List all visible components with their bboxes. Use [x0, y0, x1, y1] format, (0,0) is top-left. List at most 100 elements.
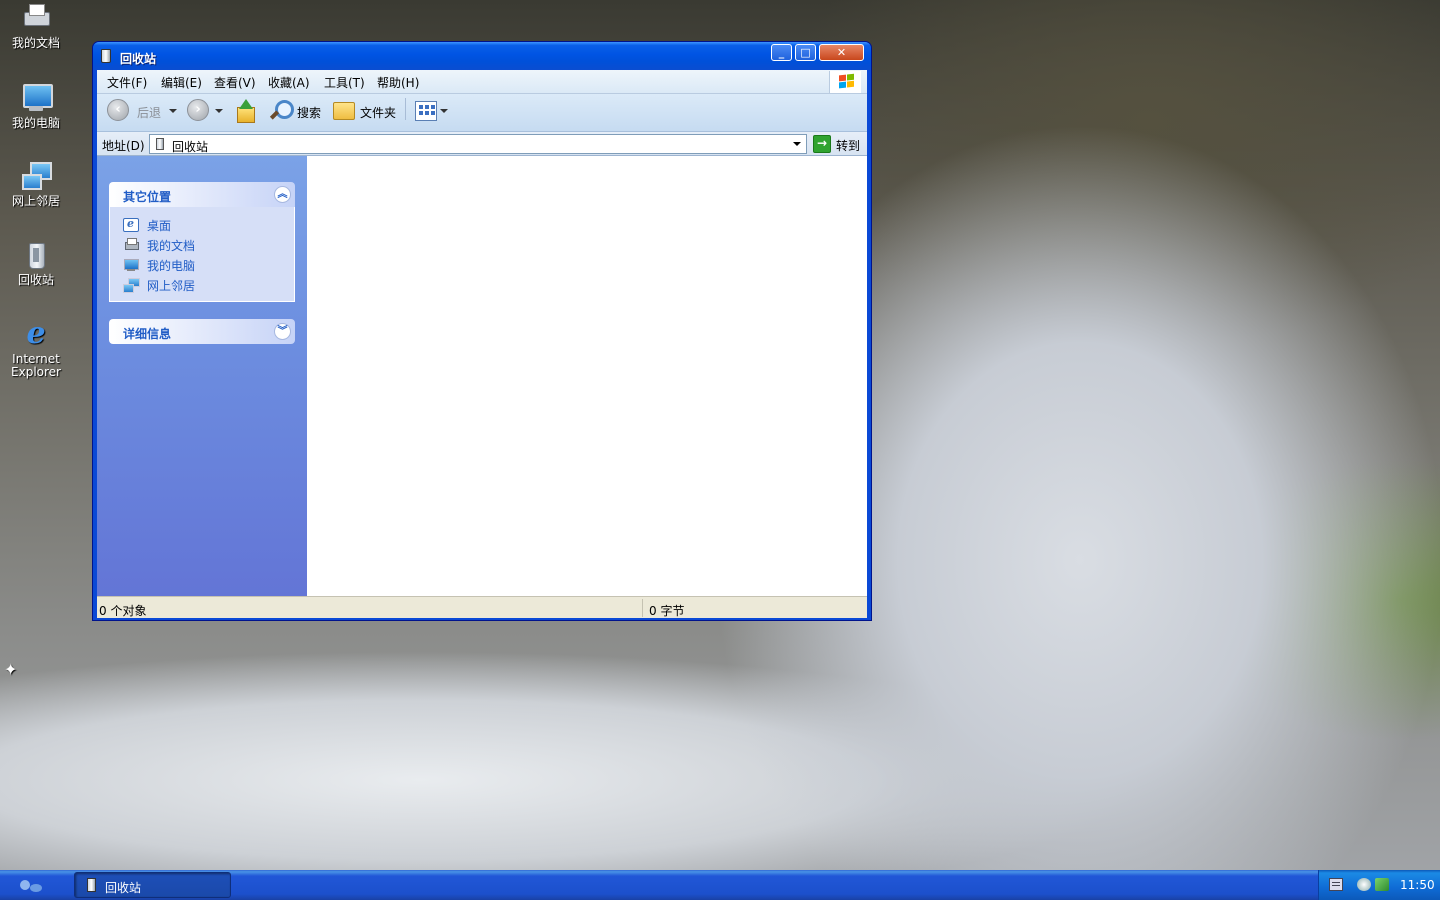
- other-places-title: 其它位置: [123, 190, 172, 204]
- up-folder-button[interactable]: [235, 99, 259, 127]
- desktop-icon-label: 我的文档: [11, 36, 60, 50]
- printer-icon: [20, 2, 52, 34]
- chevron-down-icon: [440, 109, 448, 113]
- details-title: 详细信息: [123, 327, 172, 341]
- network-status-icon[interactable]: [1375, 878, 1389, 891]
- status-size: 0 字节: [649, 604, 685, 618]
- minimize-button[interactable]: _: [771, 44, 792, 61]
- windows-logo-icon: [829, 71, 861, 93]
- views-icon: [415, 101, 437, 121]
- search-button[interactable]: 搜索: [269, 99, 325, 127]
- back-label: 后退: [137, 106, 162, 120]
- link-label: 网上邻居: [147, 279, 196, 293]
- status-object-count: 0 个对象: [99, 604, 147, 618]
- my-computer-icon: [123, 258, 139, 272]
- other-places-header[interactable]: 其它位置 ︽: [109, 182, 295, 207]
- taskbar-button-recycle-bin[interactable]: 回收站: [74, 872, 231, 898]
- window-title: 回收站: [120, 52, 157, 66]
- go-label: 转到: [836, 139, 861, 153]
- search-icon: [269, 100, 294, 122]
- recycle-bin-icon: [101, 49, 111, 63]
- folder-icon: [333, 102, 355, 120]
- address-label: 地址(D): [102, 139, 145, 153]
- task-pane: 其它位置 ︽ 桌面 我的文档: [97, 156, 307, 596]
- recycle-bin-icon: [20, 239, 52, 271]
- menu-file[interactable]: 文件(F): [107, 74, 147, 91]
- chevron-down-icon: [215, 109, 223, 113]
- search-label: 搜索: [297, 106, 322, 120]
- expand-icon[interactable]: ︾: [274, 323, 291, 340]
- desktop-icon-label: 网上邻居: [11, 194, 60, 208]
- window-titlebar[interactable]: 回收站 _ □ ✕: [93, 42, 871, 70]
- menu-view[interactable]: 查看(V): [214, 74, 256, 91]
- link-my-documents[interactable]: 我的文档: [110, 235, 294, 255]
- other-places-panel: 其它位置 ︽ 桌面 我的文档: [109, 182, 295, 302]
- minimize-icon: _: [778, 46, 785, 59]
- link-my-computer[interactable]: 我的电脑: [110, 255, 294, 275]
- file-list-pane[interactable]: [307, 156, 867, 596]
- maximize-button[interactable]: □: [795, 44, 816, 61]
- menu-bar: 文件(F) 编辑(E) 查看(V) 收藏(A) 工具(T) 帮助(H): [97, 70, 867, 94]
- address-value: 回收站: [172, 140, 209, 154]
- address-input[interactable]: 回收站: [149, 134, 807, 154]
- close-button[interactable]: ✕: [819, 44, 864, 61]
- desktop-icon-internet-explorer[interactable]: e Internet Explorer: [4, 318, 68, 379]
- go-button[interactable]: → 转到: [813, 134, 863, 154]
- recycle-bin-icon: [87, 878, 96, 892]
- link-desktop[interactable]: 桌面: [110, 215, 294, 235]
- folders-button[interactable]: 文件夹: [333, 99, 399, 127]
- forward-button[interactable]: ›: [187, 99, 227, 127]
- desktop-icon-label: 我的电脑: [11, 116, 60, 130]
- forward-arrow-icon: ›: [187, 99, 209, 121]
- keyboard-icon[interactable]: [1329, 878, 1343, 891]
- link-network-places[interactable]: 网上邻居: [110, 275, 294, 295]
- menu-tools[interactable]: 工具(T): [324, 74, 365, 91]
- desktop-icon-network[interactable]: 网上邻居: [4, 160, 68, 208]
- explorer-window: 回收站 _ □ ✕ 文件(F) 编辑(E) 查看(V) 收藏(A) 工具(T) …: [92, 41, 872, 621]
- recycle-bin-icon: [156, 138, 164, 150]
- network-places-icon: [123, 278, 140, 293]
- link-label: 我的电脑: [147, 259, 196, 273]
- volume-icon[interactable]: [1357, 878, 1371, 891]
- menu-edit[interactable]: 编辑(E): [161, 74, 202, 91]
- system-tray: 11:50: [1318, 870, 1440, 900]
- internet-explorer-icon: e: [26, 316, 46, 351]
- desktop-icon-label: 回收站: [17, 273, 54, 287]
- details-header[interactable]: 详细信息 ︾: [109, 319, 295, 344]
- desktop-icon: [123, 217, 139, 232]
- maximize-icon: □: [800, 46, 811, 59]
- toolbar: ‹ 后退 › 搜索 文件夹: [97, 94, 867, 132]
- go-arrow-icon: →: [813, 135, 831, 153]
- chevron-down-icon[interactable]: [789, 135, 806, 153]
- folder-up-icon: [235, 99, 255, 123]
- window-frame: 文件(F) 编辑(E) 查看(V) 收藏(A) 工具(T) 帮助(H) ‹ 后退…: [97, 70, 867, 618]
- desktop-mark-icon: ✦: [4, 660, 18, 679]
- status-bar: 0 个对象 0 字节: [97, 596, 867, 618]
- details-panel: 详细信息 ︾: [109, 319, 295, 344]
- toolbar-separator: [405, 98, 406, 120]
- folders-label: 文件夹: [360, 106, 397, 120]
- address-bar: 地址(D) 回收站 → 转到: [97, 132, 867, 156]
- back-button[interactable]: ‹ 后退: [107, 99, 177, 127]
- collapse-icon[interactable]: ︽: [274, 186, 291, 203]
- computer-icon: [20, 82, 53, 114]
- chevron-down-icon: [169, 109, 177, 113]
- clock[interactable]: 11:50: [1400, 878, 1435, 892]
- desktop-icon-recycle-bin[interactable]: 回收站: [4, 239, 68, 287]
- start-button-icon[interactable]: [20, 878, 44, 894]
- link-label: 桌面: [147, 219, 172, 233]
- my-documents-icon: [123, 238, 139, 252]
- menu-favorites[interactable]: 收藏(A): [268, 74, 310, 91]
- close-icon: ✕: [836, 46, 847, 59]
- taskbar-button-label: 回收站: [105, 881, 142, 895]
- back-arrow-icon: ‹: [107, 99, 129, 121]
- desktop-icon-my-documents[interactable]: 我的文档: [4, 2, 68, 50]
- taskbar: 回收站 11:50: [0, 870, 1440, 900]
- desktop-icon-my-computer[interactable]: 我的电脑: [4, 82, 68, 130]
- window-body: 其它位置 ︽ 桌面 我的文档: [97, 156, 867, 596]
- views-button[interactable]: [413, 99, 449, 127]
- other-places-body: 桌面 我的文档 我的电脑 网上邻居: [109, 207, 295, 302]
- menu-help[interactable]: 帮助(H): [377, 74, 419, 91]
- network-icon: [20, 160, 52, 192]
- status-divider: [642, 599, 643, 617]
